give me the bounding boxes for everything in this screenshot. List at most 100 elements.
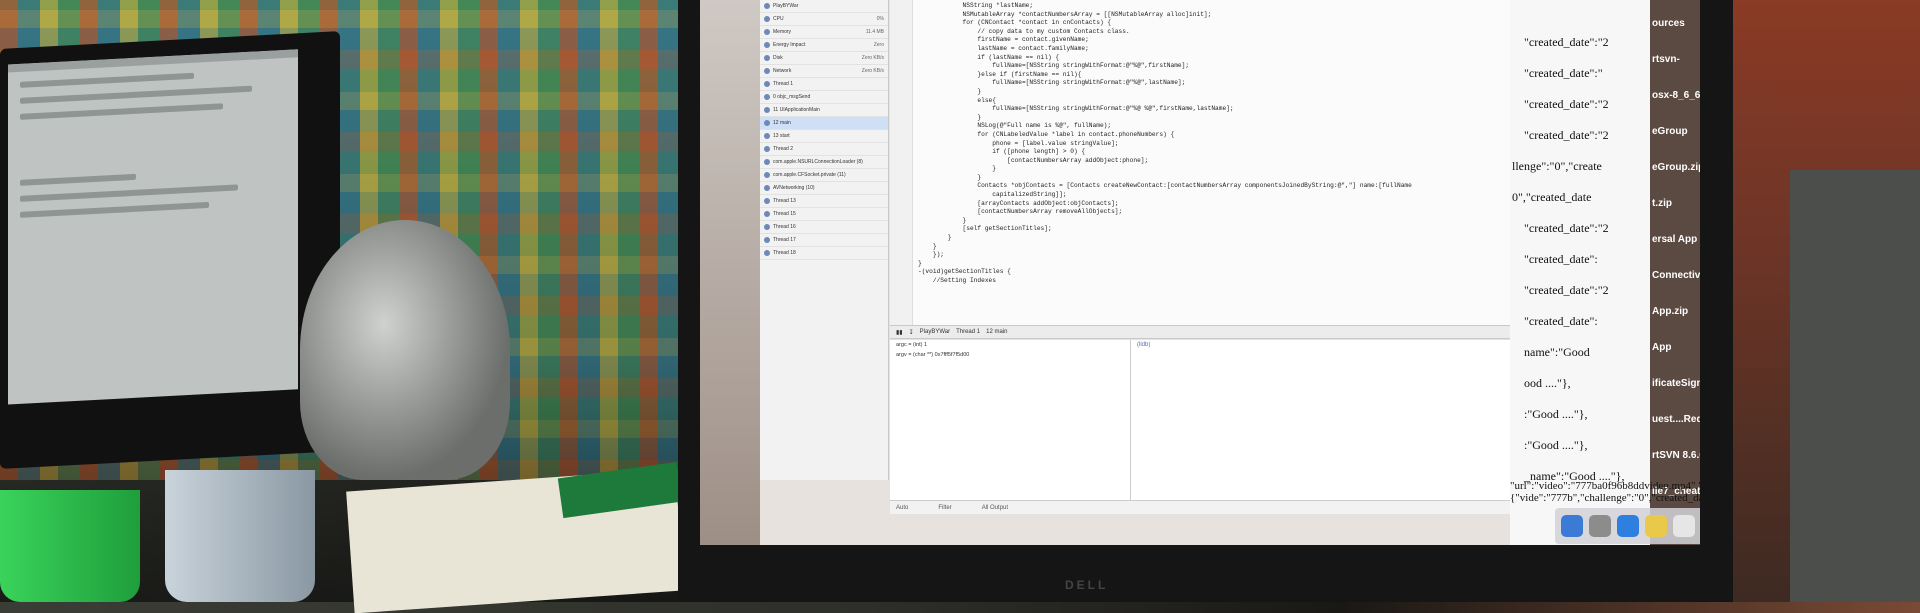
desktop-icon-label[interactable]: eGroup <box>1652 126 1688 137</box>
desktop-icons: ources rtsvn-osx-8_6_6.dmg eGroup eGroup.zi… <box>1650 0 1700 545</box>
monitor-screen: PlayBYWar CPU 0% Memory 11.4 MB Energy Impac… <box>700 0 1700 545</box>
nav-row[interactable]: 13 start <box>760 130 888 143</box>
var-row[interactable]: argc = (int) 1 <box>890 340 1130 350</box>
desktop-icon-label[interactable]: ificateSigning <box>1652 378 1700 389</box>
nav-row-label: Thread 1 <box>773 81 794 87</box>
nav-row[interactable]: Memory 11.4 MB <box>760 26 888 39</box>
nav-row-label: com.apple.NSURLConnectionLoader (8) <box>773 159 863 165</box>
nav-row[interactable]: Disk Zero KB/s <box>760 52 888 65</box>
nav-row[interactable]: com.apple.CFSocket.private (11) <box>760 169 888 182</box>
json-line: llenge":"0","create <box>1512 159 1602 173</box>
nav-row-label: Thread 15 <box>773 211 796 217</box>
json-line: name":"Good <box>1524 345 1590 359</box>
desktop-icon-label[interactable]: osx-8_6_6.dmg <box>1652 90 1700 101</box>
auto-select[interactable]: Auto <box>896 505 908 511</box>
nav-row[interactable]: Thread 16 <box>760 221 888 234</box>
thread-icon <box>764 42 770 48</box>
nav-row[interactable]: Energy Impact Zero <box>760 39 888 52</box>
code-line: for (CNContact *contact in cnContacts) { <box>918 19 1112 27</box>
line-gutter <box>890 0 913 325</box>
thread-icon <box>764 224 770 230</box>
debug-thread[interactable]: Thread 1 <box>956 329 980 335</box>
nav-row[interactable]: Thread 17 <box>760 234 888 247</box>
thread-icon <box>764 250 770 256</box>
desktop-icon-label[interactable]: eGroup.zip <box>1652 162 1700 173</box>
code-line: NSMutableArray *contactNumbersArray = [[… <box>918 10 1212 18</box>
monitor-logo: DELL <box>1065 578 1109 592</box>
console-view[interactable]: (lldb) <box>1131 340 1510 500</box>
nav-row[interactable]: Thread 18 <box>760 247 888 260</box>
desktop-icon-label[interactable]: uest....Request <box>1652 414 1700 425</box>
pause-icon[interactable]: ▮▮ <box>896 329 903 336</box>
code-line: } <box>918 216 967 224</box>
calendar-icon[interactable] <box>1673 515 1695 537</box>
nav-row[interactable]: 11 UIApplicationMain <box>760 104 888 117</box>
code-line: } <box>918 113 982 121</box>
thread-icon <box>764 198 770 204</box>
variables-view: argc = (int) 1 argv = (char **) 0x7fff5f… <box>890 340 1131 500</box>
desktop-icon-label[interactable]: Connectivity <box>1652 270 1700 281</box>
code-text[interactable]: NSString *lastName; NSMutableArray *cont… <box>918 2 1508 286</box>
code-line: firstName = contact.givenName; <box>918 36 1089 44</box>
nav-row[interactable]: Thread 1 <box>760 78 888 91</box>
step-icon[interactable]: ↧ <box>909 329 914 336</box>
desktop-icon-label[interactable]: App.zip <box>1652 306 1688 317</box>
code-line: Contacts *objContacts = [Contacts create… <box>918 182 1412 190</box>
thread-icon <box>764 107 770 113</box>
safari-icon[interactable] <box>1617 515 1639 537</box>
desk-fan <box>300 220 510 480</box>
nav-row-label: 13 start <box>773 133 790 139</box>
left-laptop <box>0 31 340 469</box>
nav-row-label: Memory <box>773 29 792 35</box>
var-row[interactable]: argv = (char **) 0x7fff5f7f5d00 <box>890 350 1130 360</box>
nav-row[interactable]: CPU 0% <box>760 13 888 26</box>
finder-icon[interactable] <box>1561 515 1583 537</box>
debug-bar: ▮▮ ↧ PlayBYWar Thread 1 12 main <box>890 325 1510 339</box>
nav-row-label: Disk <box>773 55 783 61</box>
nav-row-label: 12 main <box>773 120 791 126</box>
nav-row[interactable]: Thread 2 <box>760 143 888 156</box>
code-line: //Setting Indexes <box>918 277 996 284</box>
nav-app-label: PlayBYWar <box>773 3 799 9</box>
nav-row[interactable]: AVNetworking (10) <box>760 182 888 195</box>
debug-target[interactable]: PlayBYWar <box>920 329 950 335</box>
nav-row[interactable]: Thread 13 <box>760 195 888 208</box>
nav-row-label: 0 objc_msgSend <box>773 94 811 100</box>
nav-row[interactable]: 0 objc_msgSend <box>760 91 888 104</box>
launchpad-icon[interactable] <box>1589 515 1611 537</box>
thread-icon <box>764 133 770 139</box>
code-editor[interactable]: NSString *lastName; NSMutableArray *cont… <box>890 0 1510 325</box>
code-line: }else if (firstName == nil){ <box>918 70 1082 78</box>
filter-field[interactable]: Filter <box>938 505 951 511</box>
nav-row[interactable]: 12 main <box>760 117 888 130</box>
code-line: else{ <box>918 96 996 104</box>
code-line: } <box>918 173 982 181</box>
code-line: lastName = contact.familyName; <box>918 44 1089 52</box>
nav-row-label: 11 UIApplicationMain <box>773 107 820 113</box>
nav-row[interactable]: com.apple.NSURLConnectionLoader (8) <box>760 156 888 169</box>
debug-navigator: PlayBYWar CPU 0% Memory 11.4 MB Energy Impac… <box>760 0 889 480</box>
code-line: if ([phone length] > 0) { <box>918 148 1086 156</box>
json-line: 0","created_date <box>1512 190 1592 204</box>
debug-frame[interactable]: 12 main <box>986 329 1007 335</box>
notes-icon[interactable] <box>1645 515 1667 537</box>
desktop-icon-label[interactable]: rtsvn- <box>1652 54 1680 65</box>
strip-line: "url":"video":"777ba0f96b8ddvideo.mp4","… <box>1510 480 1700 492</box>
code-line: fullName=[NSString stringWithFormat:@"%@… <box>918 62 1190 70</box>
thread-icon <box>764 159 770 165</box>
desktop-icon-label[interactable]: ources <box>1652 18 1685 29</box>
nav-row-label: Thread 16 <box>773 224 796 230</box>
code-line: } <box>918 87 982 95</box>
nav-row[interactable]: Thread 15 <box>760 208 888 221</box>
desktop-icon-label[interactable]: rtSVN 8.6.6 <box>1652 450 1700 461</box>
nav-row-value: Zero KB/s <box>861 68 884 74</box>
desktop-icon-label[interactable]: App <box>1652 342 1671 353</box>
nav-row-label: com.apple.CFSocket.private (11) <box>773 172 846 178</box>
desktop-icon-label[interactable]: ersal App <box>1652 234 1697 245</box>
code-line: capitalizedString]]; <box>918 191 1067 199</box>
nav-app-row[interactable]: PlayBYWar <box>760 0 888 13</box>
desktop-icon-label[interactable]: t.zip <box>1652 198 1672 209</box>
nav-row[interactable]: Network Zero KB/s <box>760 65 888 78</box>
output-select[interactable]: All Output <box>982 505 1008 511</box>
nav-row-label: Thread 17 <box>773 237 796 243</box>
